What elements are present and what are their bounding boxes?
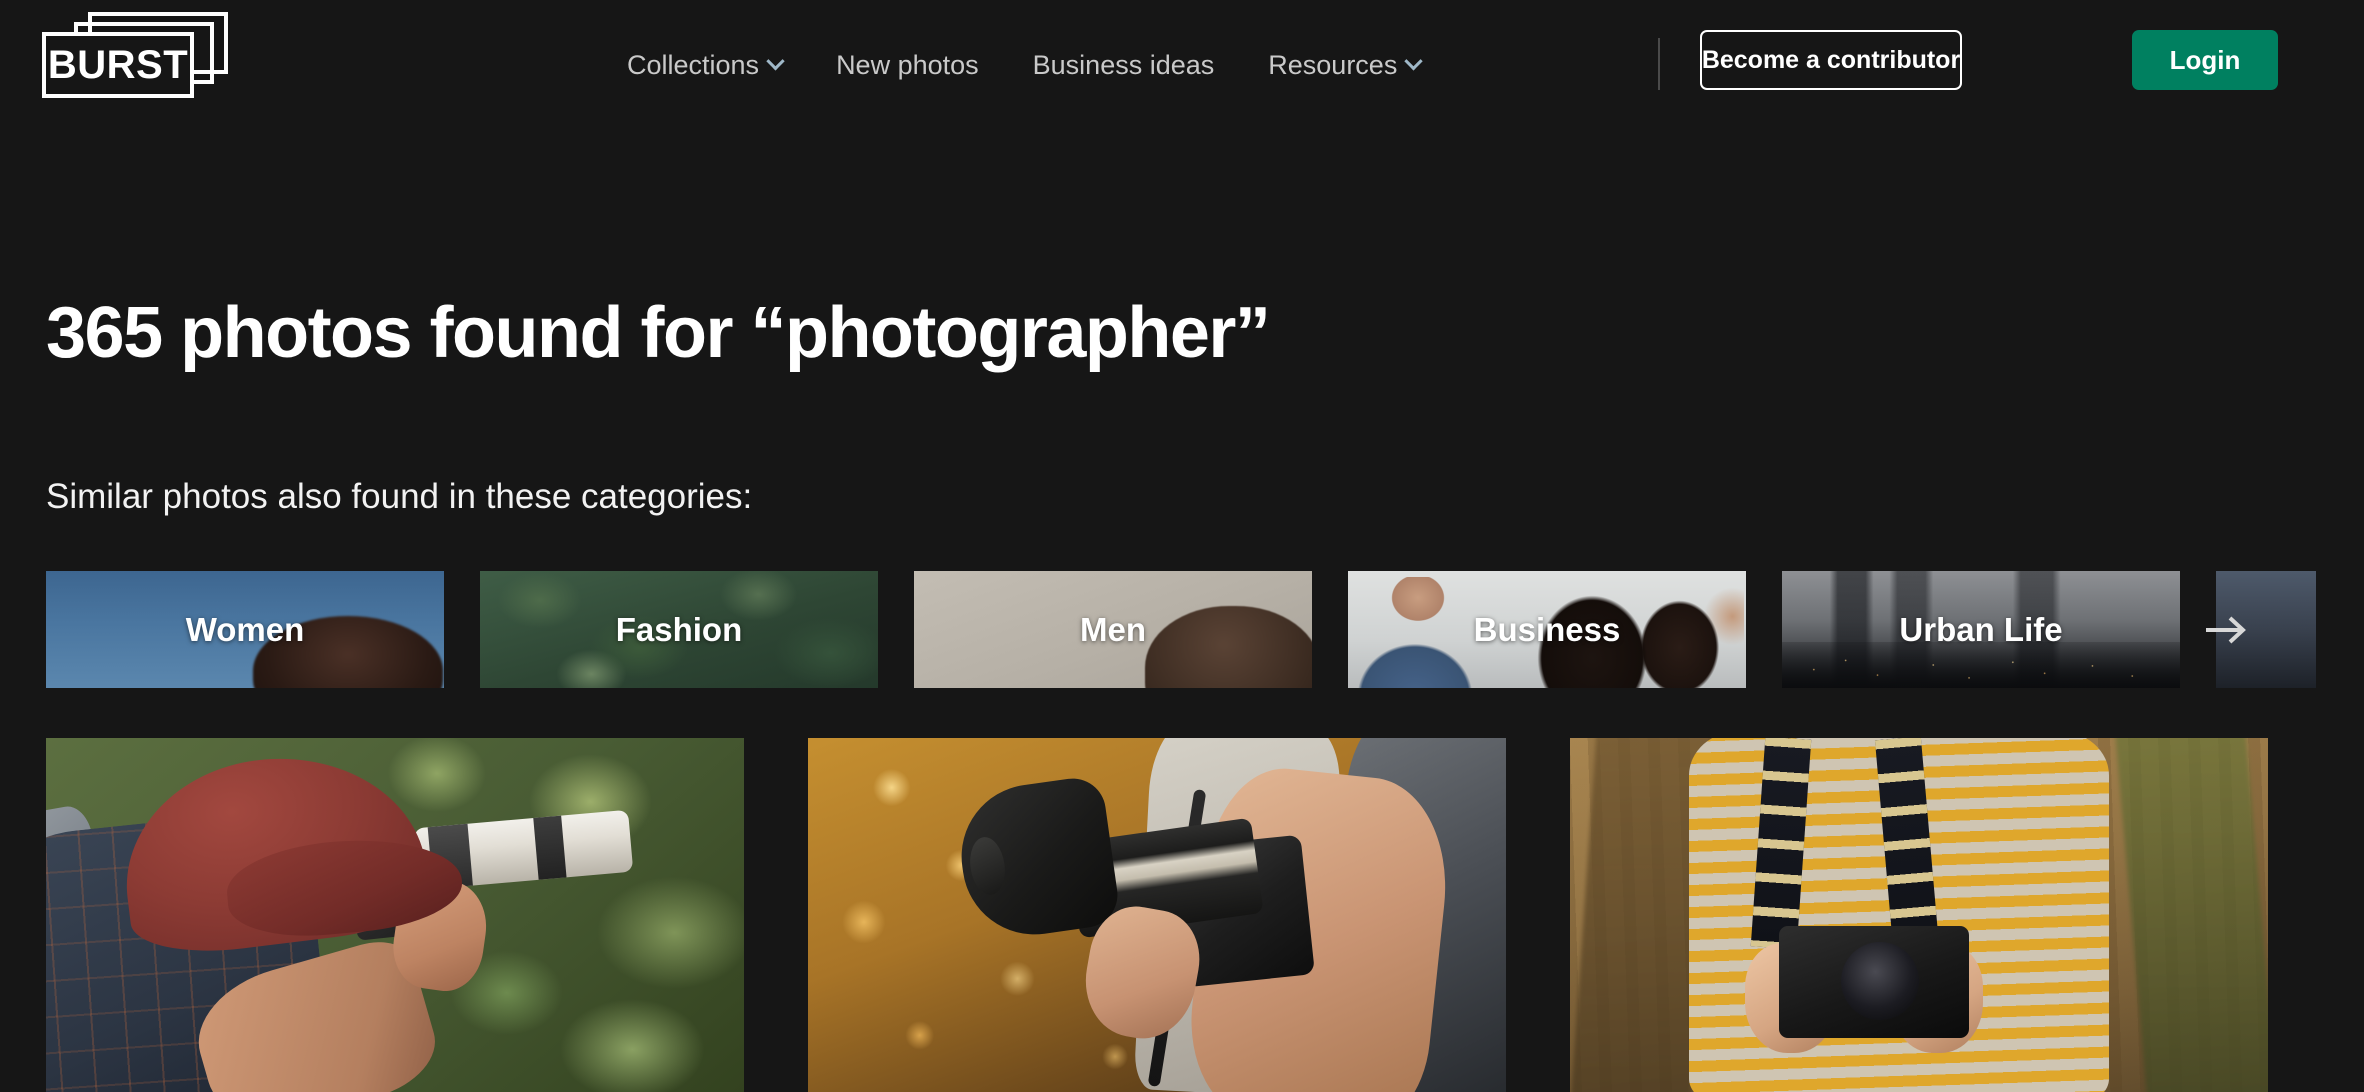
arrow-right-icon — [2204, 613, 2248, 647]
nav-item-new-photos[interactable]: New photos — [809, 50, 1006, 81]
photo3-vintage-camera — [1779, 926, 1969, 1038]
main-navigation: Collections New photos Business ideas Re… — [600, 0, 1447, 130]
category-tile-men[interactable]: Men — [914, 571, 1312, 688]
nav-label-business-ideas: Business ideas — [1033, 50, 1215, 81]
login-button[interactable]: Login — [2132, 30, 2278, 90]
header-divider — [1658, 38, 1660, 90]
nav-item-resources[interactable]: Resources — [1241, 50, 1447, 81]
category-carousel: Women Fashion Men Business Urban Life — [46, 571, 2316, 691]
photo2-lens-hood — [952, 774, 1121, 943]
photo-card-3[interactable] — [1570, 738, 2268, 1092]
logo-text: BURST — [42, 32, 194, 98]
category-label-men: Men — [914, 571, 1312, 688]
category-tile-business[interactable]: Business — [1348, 571, 1746, 688]
nav-item-business-ideas[interactable]: Business ideas — [1006, 50, 1242, 81]
burst-logo[interactable]: BURST — [42, 12, 232, 94]
carousel-next-button[interactable] — [2196, 600, 2256, 660]
photo-image-2 — [808, 738, 1506, 1092]
category-tile-fashion[interactable]: Fashion — [480, 571, 878, 688]
photo-image-3 — [1570, 738, 2268, 1092]
nav-label-resources: Resources — [1268, 50, 1397, 81]
nav-label-new-photos: New photos — [836, 50, 979, 81]
site-header: BURST Collections New photos Business id… — [0, 0, 2364, 130]
category-label-fashion: Fashion — [480, 571, 878, 688]
photo-card-1[interactable] — [46, 738, 744, 1092]
category-label-women: Women — [46, 571, 444, 688]
photo-results-grid — [46, 738, 2318, 1092]
photo3-corn-stalk-right — [2114, 738, 2268, 1092]
category-label-business: Business — [1348, 571, 1746, 688]
category-tile-urban-life[interactable]: Urban Life — [1782, 571, 2180, 688]
photo-card-2[interactable] — [808, 738, 1506, 1092]
category-tile-women[interactable]: Women — [46, 571, 444, 688]
chevron-down-icon — [766, 52, 784, 70]
category-label-urban-life: Urban Life — [1782, 571, 2180, 688]
categories-subheading: Similar photos also found in these categ… — [46, 477, 752, 517]
photo-image-1 — [46, 738, 744, 1092]
nav-label-collections: Collections — [627, 50, 759, 81]
page-title: 365 photos found for “photographer” — [46, 292, 1269, 374]
chevron-down-icon — [1405, 52, 1423, 70]
nav-item-collections[interactable]: Collections — [600, 50, 809, 81]
become-contributor-button[interactable]: Become a contributor — [1700, 30, 1962, 90]
